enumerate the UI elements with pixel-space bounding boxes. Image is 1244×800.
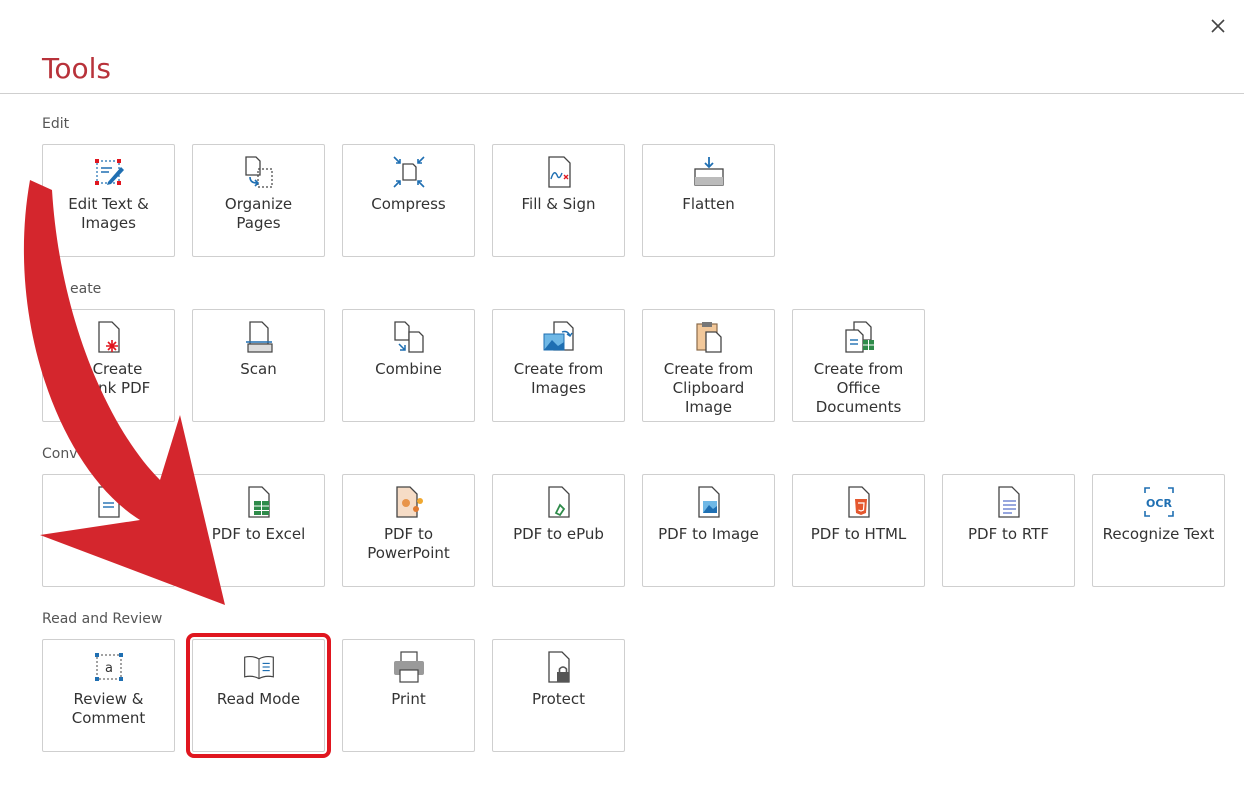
pdf-to-word-icon xyxy=(97,486,120,518)
review-comment-icon: a xyxy=(94,653,123,681)
ocr-icon: OCR xyxy=(1143,487,1174,517)
create-from-images-icon xyxy=(543,321,574,351)
tool-create-blank-pdf[interactable]: Create lank PDF xyxy=(42,309,175,422)
tool-label: PDF to Excel xyxy=(211,525,306,543)
tool-protect[interactable]: Protect xyxy=(492,639,625,752)
tool-edit-text-images[interactable]: Edit Text & Images xyxy=(42,144,175,257)
read-mode-icon xyxy=(243,655,274,680)
section-label-convert: Conv xyxy=(42,446,78,462)
review-icon-letter: a xyxy=(105,661,113,676)
tool-create-from-images[interactable]: Create from Images xyxy=(492,309,625,422)
tool-create-from-office[interactable]: Create from Office Documents xyxy=(792,309,925,422)
organize-pages-icon xyxy=(244,156,273,188)
create-blank-pdf-icon xyxy=(97,321,120,353)
tool-pdf-to-html[interactable]: PDF to HTML xyxy=(792,474,925,587)
tool-label: Protect xyxy=(531,690,586,708)
pdf-to-rtf-icon xyxy=(997,486,1020,518)
compress-icon xyxy=(392,156,425,188)
tool-print[interactable]: Print xyxy=(342,639,475,752)
section-label-edit: Edit xyxy=(42,116,70,132)
tool-label: PDF to PowerPoint xyxy=(367,525,450,562)
tool-label: PDF to ePub xyxy=(513,525,604,543)
tool-label: PDF to RTF xyxy=(968,525,1049,543)
tool-label: Read Mode xyxy=(216,690,301,708)
scan-icon xyxy=(245,321,273,353)
flatten-icon xyxy=(693,157,724,186)
fill-sign-icon xyxy=(547,156,571,188)
dialog-title: Tools xyxy=(42,52,111,85)
tool-fill-sign[interactable]: Fill & Sign xyxy=(492,144,625,257)
tool-pdf-to-word[interactable] xyxy=(42,474,175,587)
tool-pdf-to-rtf[interactable]: PDF to RTF xyxy=(942,474,1075,587)
tool-label: Create from Clipboard Image xyxy=(663,360,754,416)
lock-icon xyxy=(547,651,570,683)
tool-pdf-to-image[interactable]: PDF to Image xyxy=(642,474,775,587)
tool-label: Create lank PDF xyxy=(84,360,151,397)
clipboard-icon xyxy=(695,322,722,353)
section-label-read-review: Read and Review xyxy=(42,611,163,627)
tool-label: Fill & Sign xyxy=(521,195,596,213)
printer-icon xyxy=(393,651,424,683)
tool-label: PDF to Image xyxy=(658,525,759,543)
office-documents-icon xyxy=(844,321,874,353)
tool-label: Create from Images xyxy=(513,360,604,397)
tool-pdf-to-powerpoint[interactable]: PDF to PowerPoint xyxy=(342,474,475,587)
tool-label: Edit Text & Images xyxy=(68,195,149,232)
section-label-create: eate xyxy=(70,281,102,297)
pdf-to-image-icon xyxy=(697,486,720,518)
tool-pdf-to-excel[interactable]: PDF to Excel xyxy=(192,474,325,587)
tool-label: Create from Office Documents xyxy=(813,360,904,416)
tool-organize-pages[interactable]: Organize Pages xyxy=(192,144,325,257)
tool-label: Scan xyxy=(240,360,277,378)
tool-review-comment[interactable]: a Review & Comment xyxy=(42,639,175,752)
tool-compress[interactable]: Compress xyxy=(342,144,475,257)
tool-combine[interactable]: Combine xyxy=(342,309,475,422)
close-icon xyxy=(1211,19,1225,33)
combine-icon xyxy=(393,321,424,353)
close-button[interactable] xyxy=(1206,14,1230,38)
pdf-to-html-icon xyxy=(847,486,870,518)
tool-label: PDF to HTML xyxy=(810,525,907,543)
ocr-icon-text: OCR xyxy=(1146,497,1172,510)
tool-recognize-text[interactable]: OCR Recognize Text xyxy=(1092,474,1225,587)
tool-label: Combine xyxy=(375,360,442,378)
pdf-to-powerpoint-icon xyxy=(395,486,423,518)
tool-label: Recognize Text xyxy=(1102,525,1215,543)
tool-read-mode[interactable]: Read Mode xyxy=(186,633,331,758)
tool-label: Review & Comment xyxy=(71,690,146,727)
tool-scan[interactable]: Scan xyxy=(192,309,325,422)
tool-pdf-to-epub[interactable]: PDF to ePub xyxy=(492,474,625,587)
tool-label: Organize Pages xyxy=(224,195,293,232)
tool-label: Compress xyxy=(371,195,446,213)
pdf-to-excel-icon xyxy=(247,486,270,518)
tool-label: Flatten xyxy=(682,195,735,213)
header-divider xyxy=(0,93,1244,94)
tool-label: Print xyxy=(391,690,426,708)
edit-text-icon xyxy=(94,159,124,185)
pdf-to-epub-icon xyxy=(547,486,570,518)
tool-create-from-clipboard[interactable]: Create from Clipboard Image xyxy=(642,309,775,422)
tool-flatten[interactable]: Flatten xyxy=(642,144,775,257)
